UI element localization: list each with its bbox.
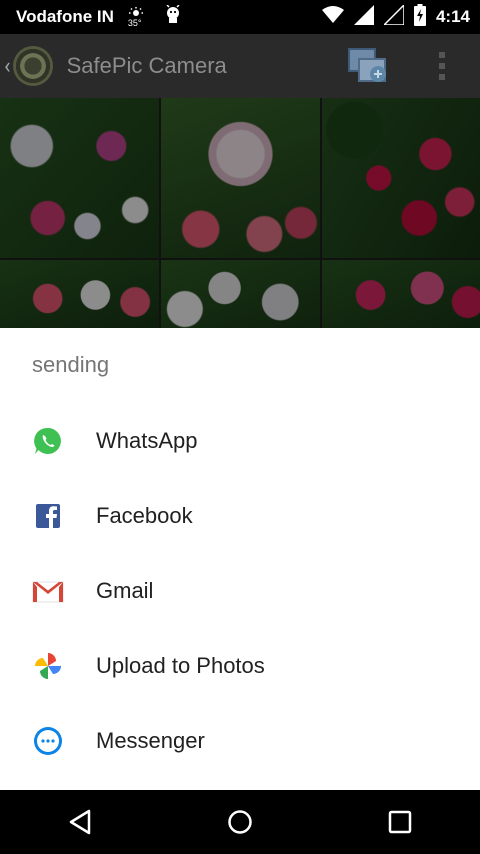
weather-icon: 35° [126,6,146,28]
nav-home-button[interactable] [220,802,260,842]
share-option-upload-to-photos[interactable]: Upload to Photos [0,628,480,703]
share-option-label: Facebook [96,502,193,528]
share-option-label: WhatsApp [96,427,198,453]
app-title: SafePic Camera [66,53,227,78]
photo-thumbnail[interactable] [161,260,320,328]
carrier-name: Vodafone IN [16,7,114,26]
battery-charging-icon [413,4,426,30]
back-triangle-icon [69,809,91,835]
share-option-gmail[interactable]: Gmail [0,553,480,628]
clock: 4:14 [435,7,470,26]
share-option-whatsapp[interactable]: WhatsApp [0,403,480,478]
back-chevron-icon[interactable]: ‹ [4,54,11,79]
signal-icon [353,5,374,29]
photo-thumbnail[interactable] [0,260,159,328]
android-debug-icon [164,4,182,29]
whatsapp-icon [32,425,64,457]
status-bar: Vodafone IN 35° 4:14 [0,0,480,34]
photo-thumbnail[interactable] [161,98,320,258]
nav-back-button[interactable] [60,802,100,842]
home-circle-icon [228,810,252,834]
wifi-icon [321,6,344,28]
app-logo[interactable] [12,46,53,86]
photo-thumbnail[interactable] [0,98,159,258]
gallery-button[interactable] [346,44,388,86]
nav-recents-button[interactable] [380,802,420,842]
recents-square-icon [388,810,412,834]
facebook-icon [32,500,64,532]
messenger-icon [32,725,64,757]
navigation-bar [0,790,480,854]
gallery-icon [348,48,386,82]
photos-icon [32,650,64,682]
gmail-icon [32,575,64,607]
signal-secondary-icon [382,3,405,29]
photo-thumbnail[interactable] [322,98,480,258]
app-bar: ‹ SafePic Camera [0,34,480,98]
share-option-label: Upload to Photos [96,652,265,678]
share-option-label: Messenger [96,727,205,753]
overflow-menu-icon[interactable] [434,48,450,84]
share-option-label: Gmail [96,577,154,603]
notification-icons: 35° [126,4,182,29]
photo-thumbnail[interactable] [322,260,480,328]
share-sheet-title: sending [32,352,110,377]
share-option-messenger[interactable]: Messenger [0,703,480,778]
share-option-facebook[interactable]: Facebook [0,478,480,553]
photo-grid [0,98,480,328]
share-sheet: sending WhatsApp Facebook Gmail Upload t… [0,328,480,790]
weather-temp: 35° [127,18,142,28]
